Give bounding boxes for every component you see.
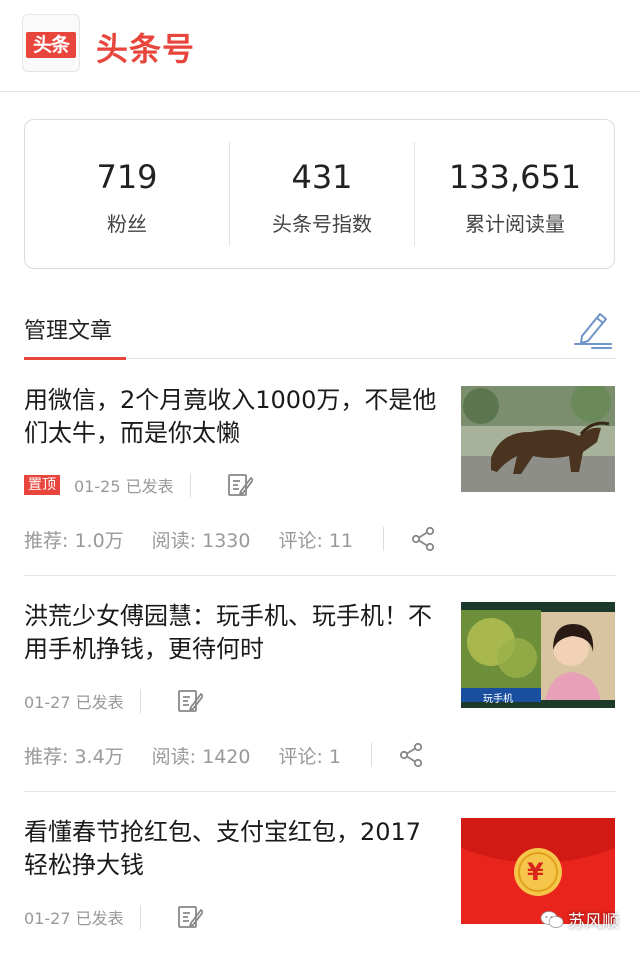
app-logo[interactable]: 头条 — [22, 14, 80, 72]
publish-status: 01-27 已发表 — [24, 693, 124, 712]
stat-value: 719 — [96, 158, 158, 196]
watermark-text: 苏风顺 — [568, 912, 619, 932]
recommend-count: 推荐: 3.4万 — [24, 745, 124, 768]
article-title[interactable]: 洪荒少女傅园慧：玩手机、玩手机！不用手机挣钱，更待何时 — [24, 600, 444, 666]
article-meta: 01-27 已发表 — [24, 904, 204, 930]
publish-status: 01-25 已发表 — [74, 477, 174, 496]
thumbnail-caption: 玩手机 — [483, 694, 513, 705]
item-divider — [24, 575, 616, 576]
stat-label: 粉丝 — [107, 212, 147, 236]
red-envelope-symbol: ¥ — [527, 858, 544, 886]
app-header: 头条 头条号 — [0, 0, 640, 92]
share-icon[interactable] — [398, 742, 424, 768]
stats-card: 719 粉丝 431 头条号指数 133,651 累计阅读量 — [24, 119, 615, 269]
stat-index[interactable]: 431 头条号指数 — [230, 120, 414, 270]
stat-value: 431 — [291, 158, 353, 196]
stats-divider — [371, 743, 372, 767]
pinned-badge: 置顶 — [24, 475, 60, 495]
edit-icon[interactable] — [177, 688, 204, 714]
article-stats: 推荐: 3.4万 阅读: 1420 评论: 1 — [24, 740, 424, 770]
stats-divider — [383, 527, 385, 551]
list-item: 洪荒少女傅园慧：玩手机、玩手机！不用手机挣钱，更待何时 01-27 已发表 推荐… — [0, 600, 640, 792]
tab-manage-articles[interactable]: 管理文章 — [24, 313, 112, 345]
article-meta: 置顶 01-25 已发表 — [24, 472, 254, 498]
list-item: 用微信，2个月竟收入1000万，不是他们太牛，而是你太懒 置顶 01-25 已发… — [0, 384, 640, 576]
stat-followers[interactable]: 719 粉丝 — [25, 120, 229, 270]
compose-icon[interactable] — [572, 308, 614, 350]
share-icon[interactable] — [410, 526, 436, 552]
stat-label: 累计阅读量 — [465, 212, 565, 236]
article-stats: 推荐: 1.0万 阅读: 1330 评论: 11 — [24, 524, 436, 554]
watermark: 苏风顺 — [540, 907, 619, 932]
article-thumbnail[interactable]: 玩手机 — [461, 602, 615, 708]
stat-total-reads[interactable]: 133,651 累计阅读量 — [415, 120, 615, 270]
meta-divider — [189, 473, 191, 497]
edit-icon[interactable] — [177, 904, 204, 930]
stat-label: 头条号指数 — [272, 212, 372, 236]
wechat-icon — [540, 910, 564, 930]
brand-title: 头条号 — [96, 30, 196, 68]
comment-count[interactable]: 评论: 11 — [278, 526, 353, 553]
meta-divider — [139, 689, 141, 713]
active-tab-indicator — [24, 357, 126, 360]
read-count: 阅读: 1420 — [151, 745, 251, 768]
comment-count[interactable]: 评论: 1 — [278, 742, 341, 769]
meta-divider — [139, 905, 141, 929]
article-title[interactable]: 看懂春节抢红包、支付宝红包，2017轻松挣大钱 — [24, 816, 444, 882]
item-divider — [24, 791, 616, 792]
recommend-count: 推荐: 1.0万 — [24, 529, 124, 552]
article-thumbnail[interactable] — [461, 386, 615, 492]
publish-status: 01-27 已发表 — [24, 909, 124, 928]
list-item: 看懂春节抢红包、支付宝红包，2017轻松挣大钱 01-27 已发表 ¥ — [0, 816, 640, 953]
edit-icon[interactable] — [227, 472, 254, 498]
stat-value: 133,651 — [448, 158, 582, 196]
article-meta: 01-27 已发表 — [24, 688, 204, 714]
read-count: 阅读: 1330 — [151, 529, 251, 552]
article-title[interactable]: 用微信，2个月竟收入1000万，不是他们太牛，而是你太懒 — [24, 384, 444, 450]
logo-text: 头条 — [26, 32, 76, 58]
